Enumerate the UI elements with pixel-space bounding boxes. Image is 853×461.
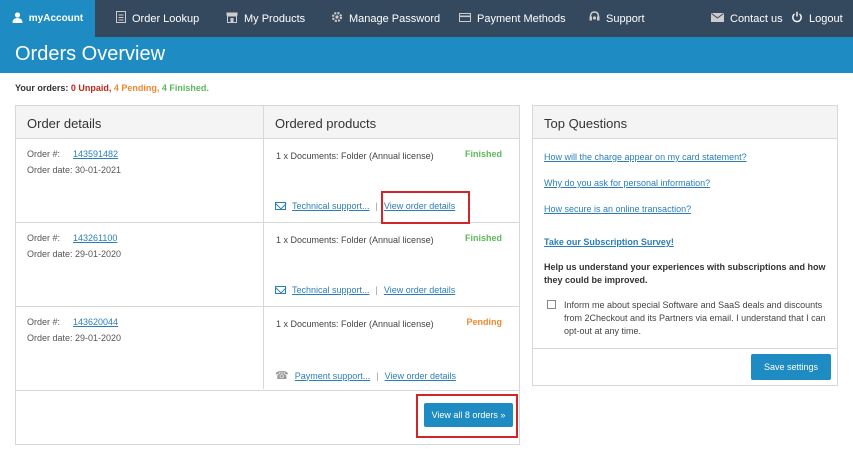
orders-table-header: Order details Ordered products <box>16 106 519 139</box>
row-links: ☎ Payment support... | View order detail… <box>275 369 456 382</box>
nav-payment-methods[interactable]: Payment Methods <box>459 0 566 37</box>
order-number-link[interactable]: 143620044 <box>73 317 118 327</box>
nav-contact-us[interactable]: Contact us <box>711 0 783 37</box>
nav-support-label: Support <box>606 12 645 25</box>
order-date: Order date: 30-01-2021 <box>27 165 122 175</box>
phone-icon: ☎ <box>275 370 289 382</box>
highlight-box-view-details <box>381 191 470 224</box>
card-icon <box>459 12 471 25</box>
status-badge: Finished <box>464 233 502 243</box>
status-badge: Pending <box>466 317 503 327</box>
nav-logout-label: Logout <box>809 12 843 25</box>
view-order-details-link[interactable]: View order details <box>385 371 456 381</box>
nav-my-account[interactable]: myAccount <box>0 0 95 37</box>
product-name: 1 x Documents: Folder (Annual license) <box>276 319 434 329</box>
order-number: Order #: 143620044 <box>27 317 119 327</box>
nav-my-products[interactable]: My Products <box>226 0 305 37</box>
payment-support-link[interactable]: Payment support... <box>295 371 371 381</box>
order-number: Order #: 143591482 <box>27 149 119 159</box>
power-icon <box>791 11 803 26</box>
link-separator: | <box>375 201 378 211</box>
faq-link-secure-transaction[interactable]: How secure is an online transaction? <box>544 204 691 214</box>
summary-prefix: Your orders: <box>15 83 69 93</box>
nav-payment-methods-label: Payment Methods <box>477 12 566 25</box>
order-number: Order #: 143261100 <box>27 233 118 243</box>
survey-link[interactable]: Take our Subscription Survey! <box>544 237 674 247</box>
product-name: 1 x Documents: Folder (Annual license) <box>276 151 434 161</box>
summary-pending: 4 Pending, <box>113 83 160 93</box>
order-number-link[interactable]: 143261100 <box>73 233 117 243</box>
nav-manage-password[interactable]: Manage Password <box>331 0 440 37</box>
summary-finished: 4 Finished. <box>161 83 209 93</box>
status-badge: Finished <box>464 149 502 159</box>
top-questions-header: Top Questions <box>533 106 837 139</box>
nav-my-products-label: My Products <box>244 12 306 25</box>
summary-unpaid: 0 Unpaid, <box>70 83 112 93</box>
technical-support-link[interactable]: Technical support... <box>292 201 370 211</box>
envelope-icon <box>711 12 724 25</box>
table-row: Order #: 143620044 Order date: 29-01-2020… <box>16 307 519 391</box>
product-name: 1 x Documents: Folder (Annual license) <box>276 235 434 245</box>
orders-summary: Your orders: 0 Unpaid, 4 Pending, 4 Fini… <box>15 83 209 93</box>
page-title: Orders Overview <box>15 43 166 65</box>
nav-logout[interactable]: Logout <box>791 0 843 37</box>
nav-order-lookup[interactable]: Order Lookup <box>116 0 199 37</box>
technical-support-link[interactable]: Technical support... <box>292 285 370 295</box>
link-separator: | <box>376 370 379 381</box>
row-links: Technical support... | View order detail… <box>275 285 455 295</box>
support-icon <box>589 11 600 26</box>
highlight-box-view-all <box>416 394 518 438</box>
view-order-details-link[interactable]: View order details <box>384 285 455 295</box>
top-navbar: myAccount Order Lookup My Products Manag… <box>0 0 853 37</box>
nav-contact-us-label: Contact us <box>730 12 783 25</box>
header-order-details: Order details <box>27 116 102 131</box>
save-settings-button[interactable]: Save settings <box>751 354 831 380</box>
nav-support[interactable]: Support <box>589 0 645 37</box>
mail-icon <box>275 202 286 210</box>
store-icon <box>226 12 238 26</box>
top-questions-panel: Top Questions How will the charge appear… <box>532 105 838 386</box>
faq-link-personal-info[interactable]: Why do you ask for personal information? <box>544 178 710 188</box>
top-questions-title: Top Questions <box>544 116 628 131</box>
header-ordered-products: Ordered products <box>275 116 377 131</box>
mail-icon <box>275 286 286 294</box>
nav-manage-password-label: Manage Password <box>349 12 441 25</box>
order-number-link[interactable]: 143591482 <box>73 149 118 159</box>
user-icon <box>12 11 23 26</box>
page-banner: Orders Overview <box>0 37 853 73</box>
optin-checkbox[interactable] <box>547 300 556 309</box>
survey-help-text: Help us understand your experiences with… <box>544 262 826 285</box>
link-separator: | <box>375 285 378 295</box>
optin-label: Inform me about special Software and Saa… <box>564 300 826 336</box>
nav-brand-label: myAccount <box>28 13 84 24</box>
panel-divider <box>533 348 837 349</box>
order-date: Order date: 29-01-2020 <box>27 333 122 343</box>
faq-link-charge-statement[interactable]: How will the charge appear on my card st… <box>544 152 747 162</box>
gear-icon <box>331 11 343 26</box>
nav-order-lookup-label: Order Lookup <box>132 12 200 25</box>
order-date: Order date: 29-01-2020 <box>27 249 122 259</box>
table-row: Order #: 143261100 Order date: 29-01-2020… <box>16 223 519 307</box>
document-icon <box>116 11 126 26</box>
